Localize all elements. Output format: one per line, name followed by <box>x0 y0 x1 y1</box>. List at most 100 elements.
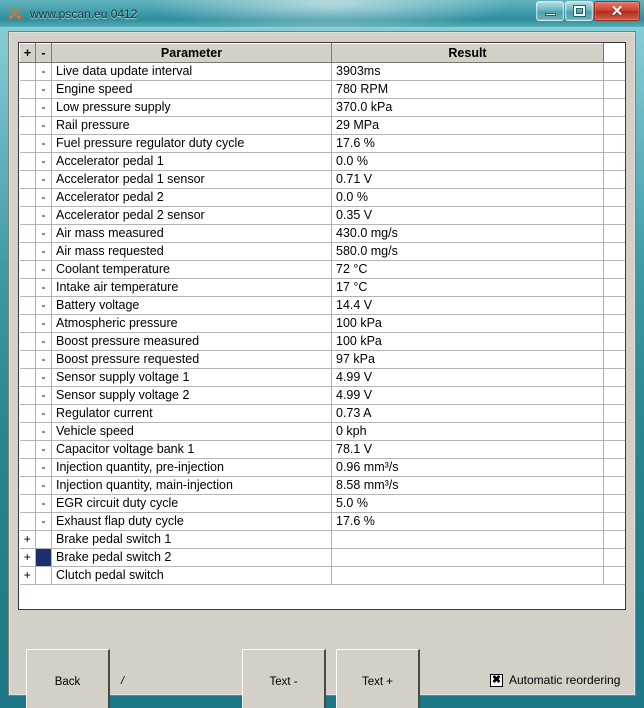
table-row[interactable]: - Engine speed 780 RPM <box>19 80 625 99</box>
row-expand-toggle[interactable] <box>19 476 36 495</box>
automatic-reordering-option[interactable]: ✖ Automatic reordering <box>490 673 620 687</box>
row-collapse-toggle[interactable]: - <box>35 170 52 189</box>
row-expand-toggle[interactable] <box>19 206 36 225</box>
table-row[interactable]: - Regulator current 0.73 A <box>19 404 625 423</box>
row-collapse-toggle[interactable]: - <box>35 494 52 513</box>
row-collapse-toggle[interactable]: - <box>35 98 52 117</box>
row-expand-toggle[interactable] <box>19 152 36 171</box>
row-expand-toggle[interactable] <box>19 422 36 441</box>
row-expand-toggle[interactable] <box>19 512 36 531</box>
table-row[interactable]: - Boost pressure measured 100 kPa <box>19 332 625 351</box>
table-row[interactable]: - Exhaust flap duty cycle 17.6 % <box>19 512 625 531</box>
table-row[interactable]: - Vehicle speed 0 kph <box>19 422 625 441</box>
table-row[interactable]: - Sensor supply voltage 2 4.99 V <box>19 386 625 405</box>
table-row[interactable]: - Air mass measured 430.0 mg/s <box>19 224 625 243</box>
row-collapse-toggle[interactable]: - <box>35 188 52 207</box>
row-collapse-toggle[interactable]: - <box>35 224 52 243</box>
row-expand-toggle[interactable] <box>19 368 36 387</box>
row-collapse-toggle[interactable]: - <box>35 296 52 315</box>
table-row[interactable]: + Clutch pedal switch <box>19 566 625 585</box>
row-expand-toggle[interactable] <box>19 278 36 297</box>
table-row[interactable]: - Accelerator pedal 2 0.0 % <box>19 188 625 207</box>
row-expand-toggle[interactable] <box>19 134 36 153</box>
row-expand-toggle[interactable] <box>19 116 36 135</box>
table-row[interactable]: - Injection quantity, pre-injection 0.96 m… <box>19 458 625 477</box>
table-row[interactable]: + Brake pedal switch 2 <box>19 548 625 567</box>
maximize-button[interactable] <box>565 1 593 21</box>
column-header-parameter[interactable]: Parameter <box>51 43 332 63</box>
table-row[interactable]: - Injection quantity, main-injection 8.58 … <box>19 476 625 495</box>
row-collapse-toggle[interactable]: - <box>35 404 52 423</box>
row-collapse-toggle[interactable]: - <box>35 80 52 99</box>
table-row[interactable]: - Air mass requested 580.0 mg/s <box>19 242 625 261</box>
row-expand-toggle[interactable] <box>19 98 36 117</box>
minimize-button[interactable] <box>536 1 564 21</box>
row-expand-toggle[interactable] <box>19 314 36 333</box>
row-collapse-toggle[interactable] <box>35 548 52 567</box>
row-collapse-toggle[interactable]: - <box>35 368 52 387</box>
row-expand-toggle[interactable] <box>19 404 36 423</box>
row-collapse-toggle[interactable]: - <box>35 440 52 459</box>
table-row[interactable]: - Capacitor voltage bank 1 78.1 V <box>19 440 625 459</box>
row-collapse-toggle[interactable]: - <box>35 458 52 477</box>
table-row[interactable]: - Sensor supply voltage 1 4.99 V <box>19 368 625 387</box>
row-collapse-toggle[interactable]: - <box>35 278 52 297</box>
back-button[interactable]: Back <box>26 649 110 708</box>
row-collapse-toggle[interactable]: - <box>35 332 52 351</box>
table-row[interactable]: - Low pressure supply 370.0 kPa <box>19 98 625 117</box>
text-increase-button[interactable]: Text + <box>336 649 420 708</box>
row-expand-toggle[interactable] <box>19 224 36 243</box>
row-collapse-toggle[interactable]: - <box>35 242 52 261</box>
row-collapse-toggle[interactable] <box>35 566 52 585</box>
row-collapse-toggle[interactable]: - <box>35 476 52 495</box>
row-expand-toggle[interactable] <box>19 386 36 405</box>
table-row[interactable]: - Fuel pressure regulator duty cycle 17.6 … <box>19 134 625 153</box>
row-expand-toggle[interactable]: + <box>19 530 36 549</box>
column-header-collapse[interactable]: - <box>35 43 52 63</box>
table-row[interactable]: - EGR circuit duty cycle 5.0 % <box>19 494 625 513</box>
row-expand-toggle[interactable] <box>19 80 36 99</box>
row-collapse-toggle[interactable]: - <box>35 386 52 405</box>
column-header-expand[interactable]: + <box>19 43 36 63</box>
row-collapse-toggle[interactable]: - <box>35 134 52 153</box>
row-expand-toggle[interactable] <box>19 296 36 315</box>
row-collapse-toggle[interactable] <box>35 530 52 549</box>
row-expand-toggle[interactable]: + <box>19 566 36 585</box>
row-expand-toggle[interactable]: + <box>19 548 36 567</box>
row-expand-toggle[interactable] <box>19 494 36 513</box>
row-expand-toggle[interactable] <box>19 332 36 351</box>
row-collapse-toggle[interactable]: - <box>35 62 52 81</box>
row-collapse-toggle[interactable]: - <box>35 512 52 531</box>
table-row[interactable]: - Battery voltage 14.4 V <box>19 296 625 315</box>
row-expand-toggle[interactable] <box>19 242 36 261</box>
table-row[interactable]: - Boost pressure requested 97 kPa <box>19 350 625 369</box>
table-row[interactable]: - Coolant temperature 72 °C <box>19 260 625 279</box>
row-collapse-toggle[interactable]: - <box>35 422 52 441</box>
row-collapse-toggle[interactable]: - <box>35 260 52 279</box>
text-decrease-button[interactable]: Text - <box>242 649 326 708</box>
table-row[interactable]: - Live data update interval 3903ms <box>19 62 625 81</box>
live-data-grid[interactable]: + - Parameter Result - Live data update i… <box>18 42 626 610</box>
row-expand-toggle[interactable] <box>19 440 36 459</box>
row-collapse-toggle[interactable]: - <box>35 314 52 333</box>
row-collapse-toggle[interactable]: - <box>35 206 52 225</box>
row-expand-toggle[interactable] <box>19 260 36 279</box>
table-row[interactable]: + Brake pedal switch 1 <box>19 530 625 549</box>
table-row[interactable]: - Accelerator pedal 2 sensor 0.35 V <box>19 206 625 225</box>
row-expand-toggle[interactable] <box>19 170 36 189</box>
row-collapse-toggle[interactable]: - <box>35 152 52 171</box>
row-collapse-toggle[interactable]: - <box>35 350 52 369</box>
table-row[interactable]: - Atmospheric pressure 100 kPa <box>19 314 625 333</box>
row-expand-toggle[interactable] <box>19 458 36 477</box>
row-expand-toggle[interactable] <box>19 350 36 369</box>
automatic-reordering-checkbox[interactable]: ✖ <box>490 673 503 687</box>
table-row[interactable]: - Rail pressure 29 MPa <box>19 116 625 135</box>
table-row[interactable]: - Accelerator pedal 1 0.0 % <box>19 152 625 171</box>
table-row[interactable]: - Accelerator pedal 1 sensor 0.71 V <box>19 170 625 189</box>
table-row[interactable]: - Intake air temperature 17 °C <box>19 278 625 297</box>
title-bar[interactable]: www.pscan.eu 0412 ✕ <box>0 0 644 28</box>
row-collapse-toggle[interactable]: - <box>35 116 52 135</box>
close-button[interactable]: ✕ <box>594 1 640 21</box>
row-expand-toggle[interactable] <box>19 188 36 207</box>
column-header-result[interactable]: Result <box>331 43 604 63</box>
